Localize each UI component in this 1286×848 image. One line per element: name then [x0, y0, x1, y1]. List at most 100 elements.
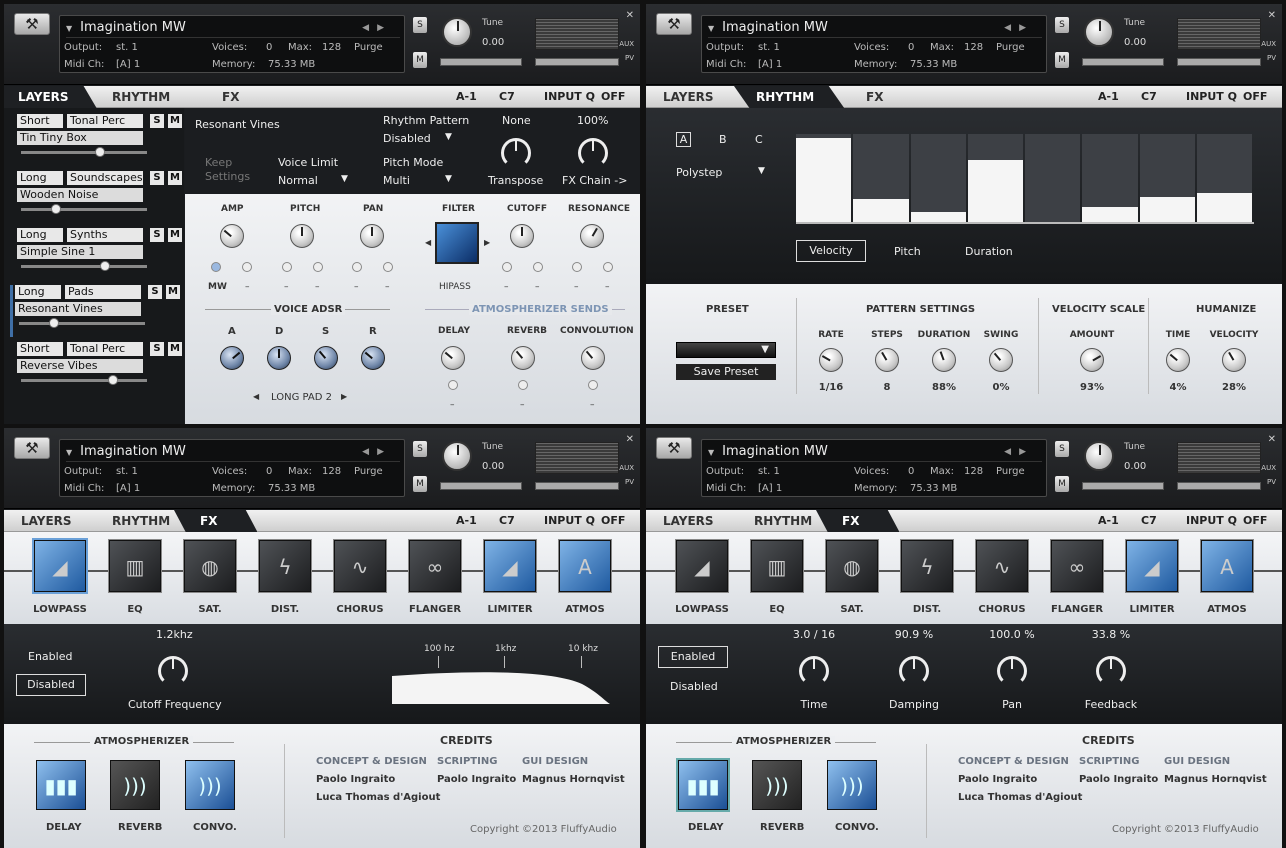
pattern-b-button[interactable]: B — [719, 133, 727, 146]
pitch-tab[interactable]: Pitch — [894, 245, 921, 258]
pan-slider[interactable] — [1082, 58, 1164, 66]
velocity-tab[interactable]: Velocity — [796, 240, 866, 262]
wrench-icon[interactable]: ⚒ — [656, 13, 692, 35]
tab-fx[interactable]: FX — [866, 86, 883, 108]
output-value[interactable]: st. 1 — [116, 464, 138, 479]
filter-curve[interactable] — [392, 664, 612, 706]
tab-layers[interactable]: LAYERS — [4, 86, 97, 108]
rhythm-knob[interactable] — [1222, 348, 1246, 372]
reverb-fx-button[interactable]: ))) — [752, 760, 802, 810]
prev-preset-icon[interactable]: ◀ — [253, 392, 259, 401]
tune-knob[interactable] — [1084, 17, 1114, 47]
layer-volume-thumb[interactable] — [49, 318, 60, 328]
chevron-down-icon[interactable]: ▼ — [445, 132, 452, 142]
fx-limiter-button[interactable]: ◢ — [1126, 540, 1178, 592]
mode-value[interactable]: Polystep — [676, 166, 722, 179]
purge-button[interactable]: Purge — [354, 40, 383, 55]
tab-rhythm[interactable]: RHYTHM — [112, 86, 170, 108]
convo-fx-button[interactable]: ))) — [827, 760, 877, 810]
delay-param-knob[interactable] — [799, 656, 829, 686]
output-value[interactable]: st. 1 — [116, 40, 138, 55]
delay-mod-knob[interactable] — [448, 380, 458, 390]
pan-mod-knob-2[interactable] — [383, 262, 393, 272]
key-high[interactable]: C7 — [1141, 86, 1157, 108]
pattern-a-button[interactable]: A — [676, 132, 691, 147]
delay-param-knob[interactable] — [997, 656, 1027, 686]
pitch-mod-knob-1[interactable] — [282, 262, 292, 272]
amp-mod-knob-1[interactable] — [211, 262, 221, 272]
prev-next-icon[interactable]: ◀▶ — [1004, 18, 1034, 38]
pan-slider[interactable] — [440, 58, 522, 66]
purge-button[interactable]: Purge — [354, 464, 383, 479]
enabled-option[interactable]: Enabled — [658, 646, 728, 668]
reverb-send-knob[interactable] — [511, 346, 535, 370]
inputq-value[interactable]: OFF — [1243, 510, 1267, 532]
solo-button[interactable]: S — [413, 17, 427, 33]
convolution-send-knob[interactable] — [581, 346, 605, 370]
mute-button[interactable]: M — [1055, 52, 1069, 68]
layer-length[interactable]: Long — [17, 228, 63, 242]
layer-volume-track[interactable] — [21, 208, 147, 211]
convo-fx-button[interactable]: ))) — [185, 760, 235, 810]
amp-knob[interactable] — [220, 224, 244, 248]
layer-length[interactable]: Long — [17, 171, 63, 185]
fx-atmos-button[interactable]: A — [1201, 540, 1253, 592]
sustain-knob[interactable] — [314, 346, 338, 370]
delay-send-knob[interactable] — [441, 346, 465, 370]
purge-button[interactable]: Purge — [996, 40, 1025, 55]
layer-row[interactable]: Long Pads S M Resonant Vines — [10, 285, 180, 337]
layer-volume-thumb[interactable] — [95, 147, 106, 157]
step-column[interactable] — [910, 134, 966, 222]
step-column[interactable] — [1139, 134, 1195, 222]
key-low[interactable]: A-1 — [456, 510, 477, 532]
pattern-c-button[interactable]: C — [755, 133, 763, 146]
tab-fx[interactable]: FX — [222, 86, 239, 108]
layer-solo-button[interactable]: S — [150, 171, 164, 185]
inputq-value[interactable]: OFF — [1243, 86, 1267, 108]
key-high[interactable]: C7 — [499, 510, 515, 532]
pitch-knob[interactable] — [290, 224, 314, 248]
mute-button[interactable]: M — [413, 476, 427, 492]
rhythm-knob[interactable] — [1166, 348, 1190, 372]
pan-mod-knob-1[interactable] — [352, 262, 362, 272]
layer-row[interactable]: Short Tonal Perc S M Tin Tiny Box — [15, 114, 185, 166]
pv-label[interactable]: PV — [1267, 478, 1276, 486]
layer-name[interactable]: Simple Sine 1 — [17, 245, 143, 259]
tab-layers[interactable]: LAYERS — [21, 510, 72, 532]
close-icon[interactable]: ✕ — [626, 10, 634, 21]
chevron-down-icon[interactable]: ▼ — [445, 174, 452, 184]
layer-name[interactable]: Tin Tiny Box — [17, 131, 143, 145]
wrench-icon[interactable]: ⚒ — [14, 13, 50, 35]
reverb-mod-knob[interactable] — [518, 380, 528, 390]
layer-length[interactable]: Short — [17, 114, 63, 128]
tab-fx[interactable]: FX — [174, 510, 258, 532]
filter-type-display[interactable] — [435, 222, 479, 264]
key-low[interactable]: A-1 — [1098, 86, 1119, 108]
prev-next-icon[interactable]: ◀▶ — [362, 442, 392, 462]
layer-volume-track[interactable] — [21, 265, 147, 268]
layer-category[interactable]: Soundscapes — [67, 171, 143, 185]
midi-value[interactable]: [A] 1 — [758, 481, 782, 496]
layer-volume-track[interactable] — [21, 379, 147, 382]
layer-row[interactable]: Long Soundscapes S M Wooden Noise — [15, 171, 185, 223]
aux-label[interactable]: AUX — [619, 464, 634, 472]
collapse-icon[interactable]: ▼ — [66, 443, 72, 463]
chevron-down-icon[interactable]: ▼ — [761, 344, 769, 355]
release-knob[interactable] — [361, 346, 385, 370]
pv-label[interactable]: PV — [625, 54, 634, 62]
cutoff-mod-knob-2[interactable] — [533, 262, 543, 272]
chevron-down-icon[interactable]: ▼ — [341, 174, 348, 184]
tune-knob[interactable] — [442, 17, 472, 47]
cutoff-knob[interactable] — [510, 224, 534, 248]
preset-dropdown[interactable]: ▼ — [676, 342, 776, 358]
disabled-option[interactable]: Disabled — [16, 674, 86, 696]
step-column[interactable] — [1082, 134, 1138, 222]
mute-button[interactable]: M — [413, 52, 427, 68]
layer-name[interactable]: Resonant Vines — [15, 302, 141, 316]
key-high[interactable]: C7 — [1141, 510, 1157, 532]
close-icon[interactable]: ✕ — [626, 434, 634, 445]
delay-param-knob[interactable] — [1096, 656, 1126, 686]
delay-fx-button[interactable]: ▮▮▮ — [678, 760, 728, 810]
layer-category[interactable]: Tonal Perc — [67, 114, 143, 128]
fx-dist-button[interactable]: ϟ — [259, 540, 311, 592]
